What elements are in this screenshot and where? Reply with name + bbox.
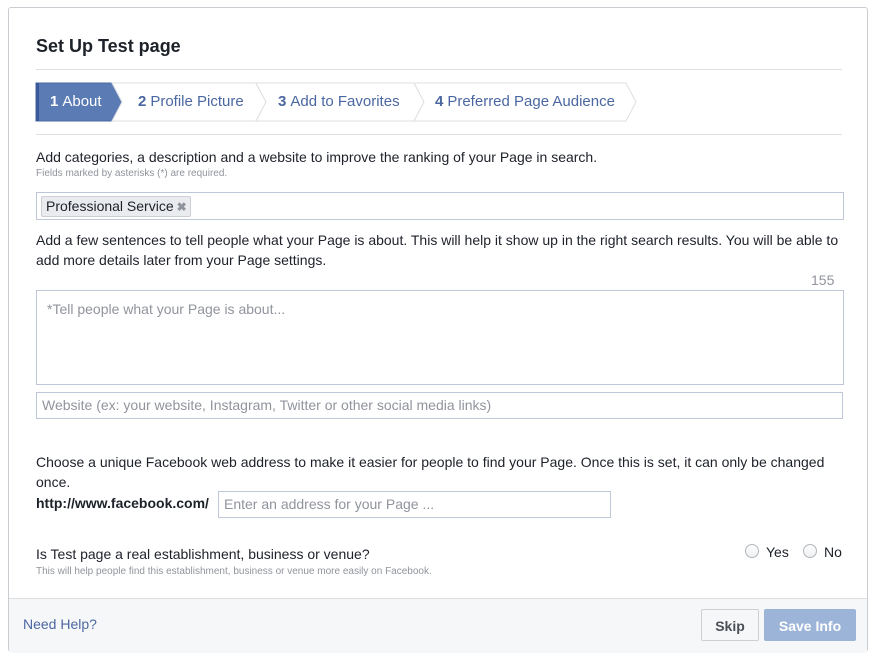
description-placeholder: *Tell people what your Page is about... (47, 301, 286, 317)
establishment-note: This will help people find this establis… (36, 566, 432, 577)
step-preferred-audience-label: 4 Preferred Page Audience (435, 93, 615, 110)
yes-radio[interactable] (745, 544, 759, 558)
setup-dialog: Set Up Test page 1 About 2 Profile Picture… (8, 7, 868, 653)
remove-token-icon[interactable]: ✖ (177, 200, 187, 214)
no-radio[interactable] (803, 544, 817, 558)
yes-radio-label[interactable]: Yes (766, 544, 789, 560)
description-textarea[interactable]: *Tell people what your Page is about... (36, 290, 844, 385)
establishment-question: Is Test page a real establishment, busin… (36, 546, 370, 562)
steps-divider (36, 134, 842, 135)
about-intro: Add categories, a description and a webs… (36, 149, 598, 165)
website-input[interactable]: Website (ex: your website, Instagram, Tw… (36, 392, 843, 419)
description-help: Add a few sentences to tell people what … (36, 232, 839, 268)
web-address-help: Choose a unique Facebook web address to … (36, 454, 825, 490)
website-placeholder: Website (ex: your website, Instagram, Tw… (42, 397, 492, 413)
web-address-input[interactable]: Enter an address for your Page ... (218, 491, 611, 518)
web-address-placeholder: Enter an address for your Page ... (224, 496, 435, 512)
dialog-title: Set Up Test page (36, 36, 181, 56)
no-radio-label[interactable]: No (824, 544, 842, 560)
url-prefix: http://www.facebook.com/ (36, 495, 209, 511)
char-counter: 155 (811, 272, 835, 288)
step-profile-picture-label: 2 Profile Picture (138, 93, 244, 110)
title-divider (36, 69, 842, 70)
save-info-button[interactable]: Save Info (764, 609, 856, 641)
step-add-to-favorites-label: 3 Add to Favorites (278, 93, 400, 110)
step-about-label: 1 About (50, 93, 102, 110)
need-help-link[interactable]: Need Help? (23, 616, 97, 632)
skip-button[interactable]: Skip (701, 609, 759, 641)
category-token: Professional Service ✖ (41, 196, 191, 217)
step-progress: 1 About 2 Profile Picture 3 Add to Favorite… (35, 82, 736, 122)
dialog-footer: Need Help? Skip Save Info (9, 598, 867, 653)
category-input[interactable]: Professional Service ✖ (36, 192, 844, 220)
required-note: Fields marked by asterisks (*) are requi… (36, 168, 228, 179)
